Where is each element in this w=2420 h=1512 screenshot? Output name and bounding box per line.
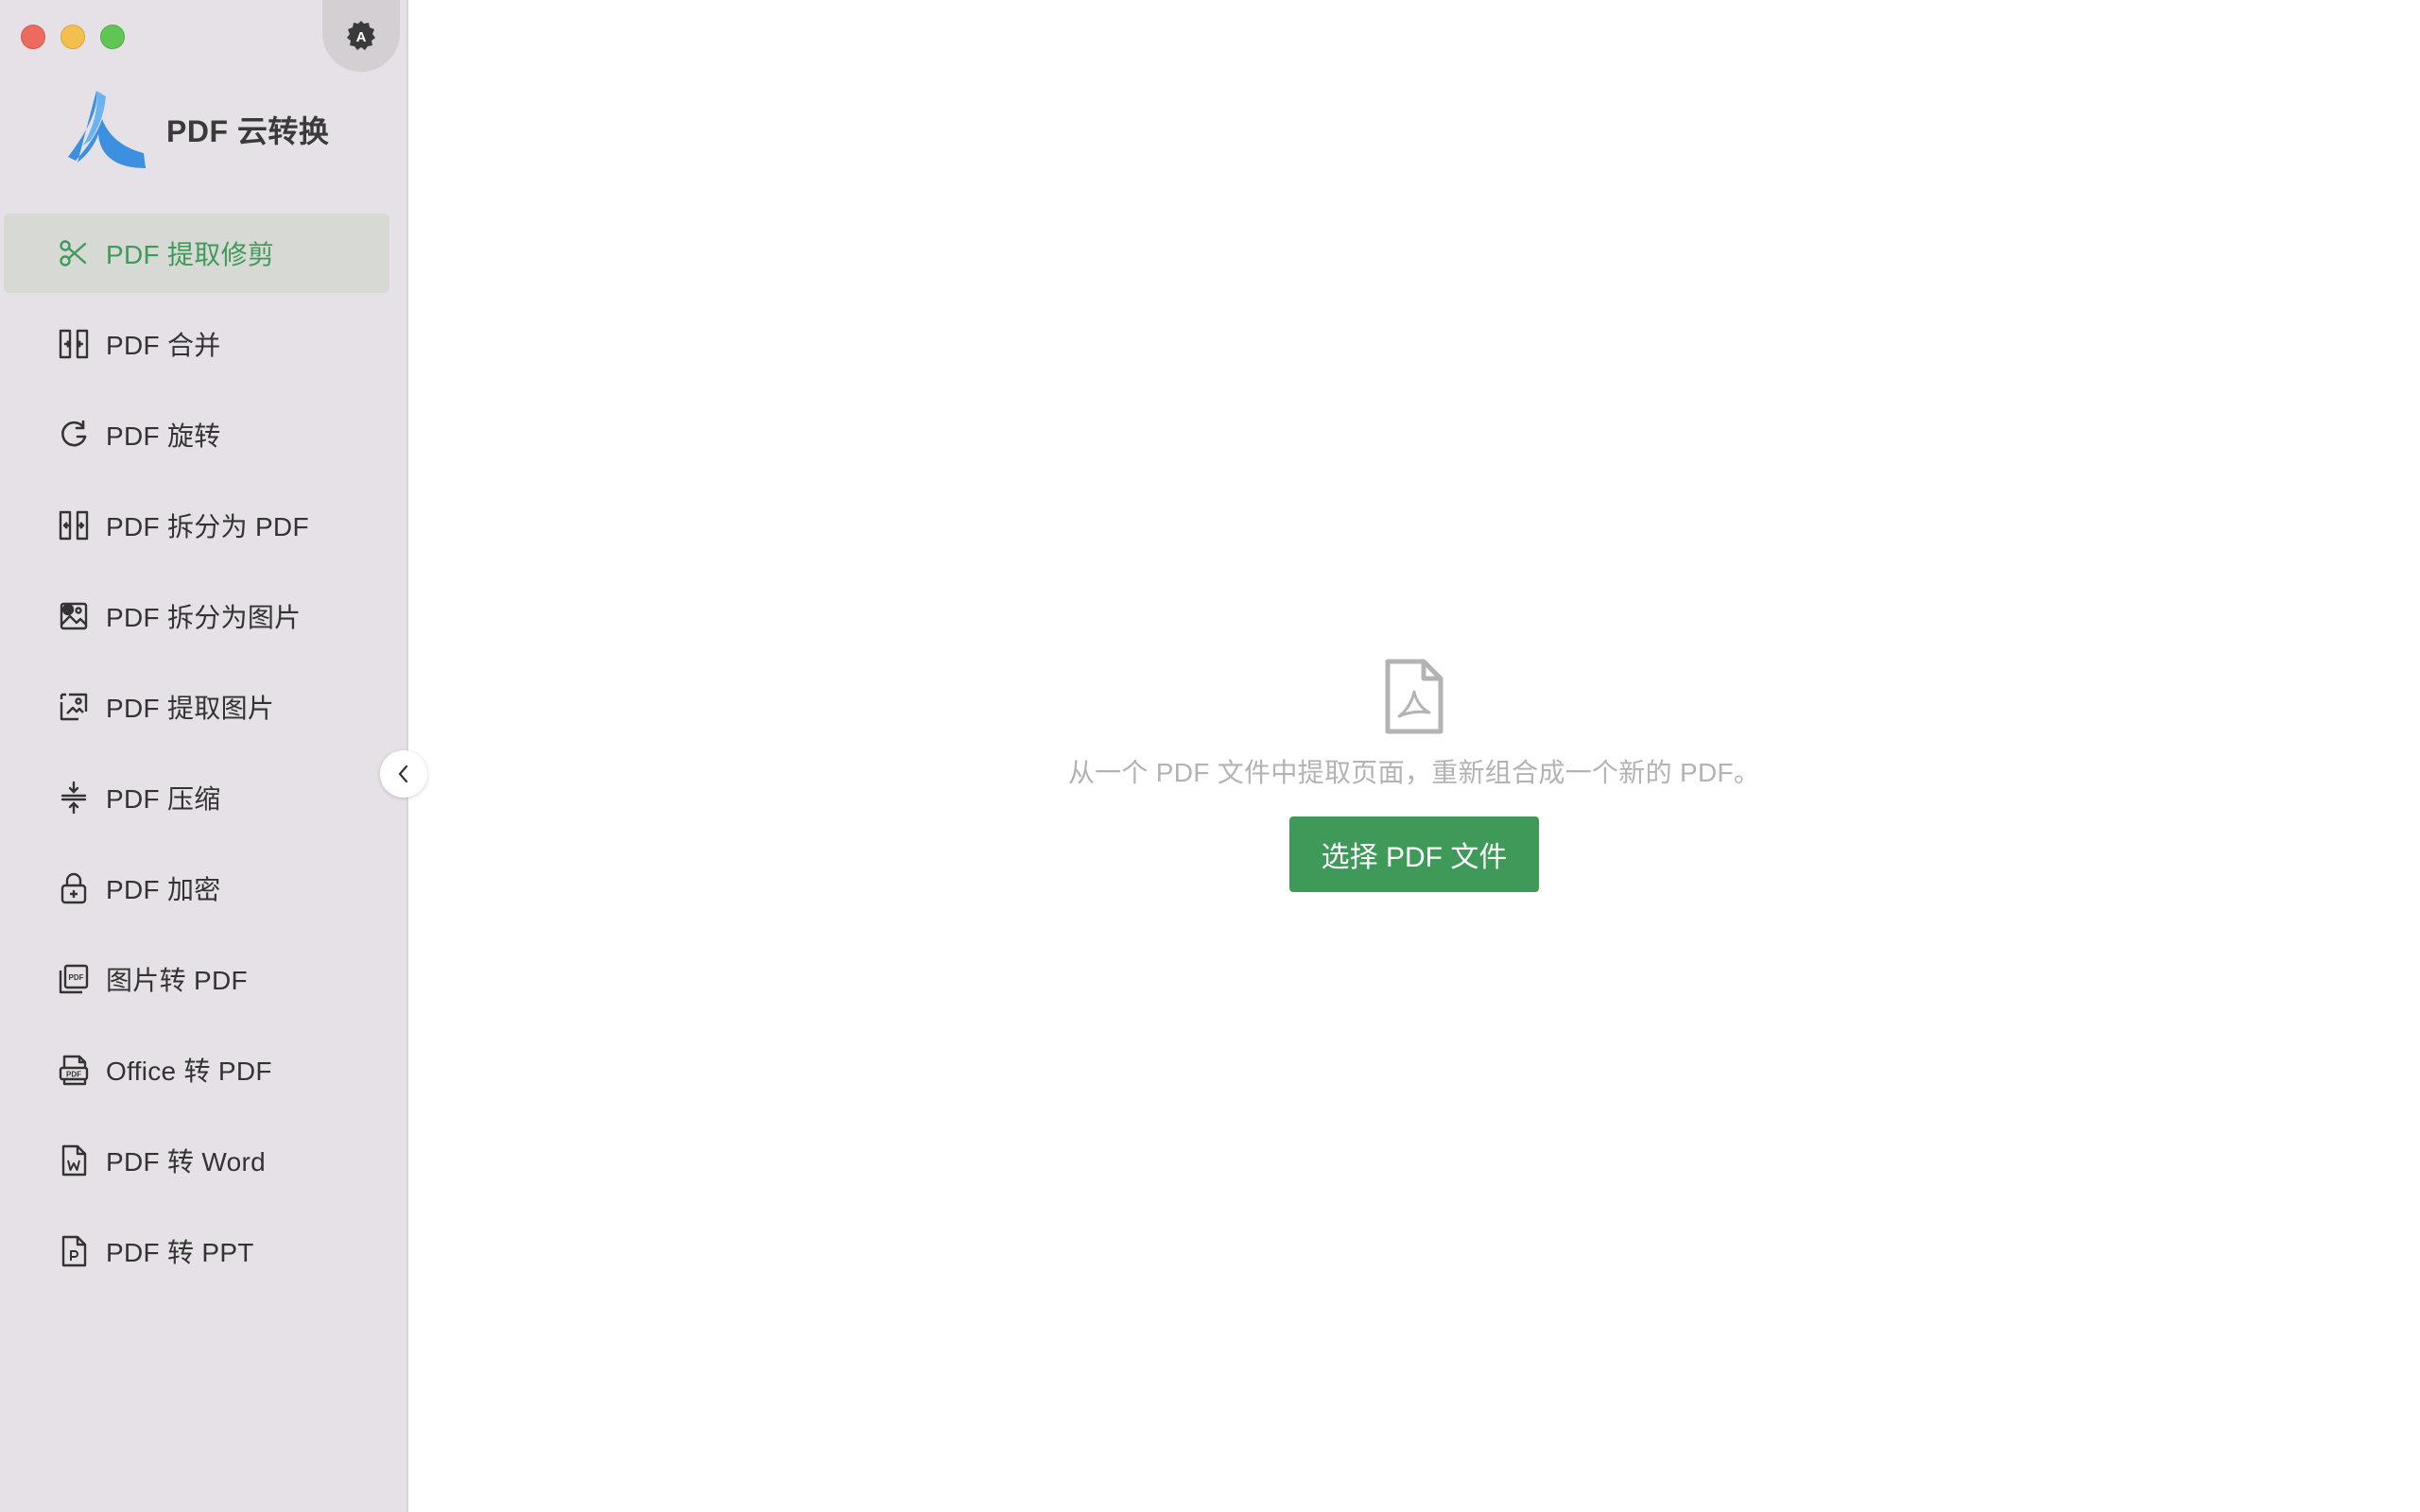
sidebar-item-label: PDF 拆分为 PDF [106, 512, 309, 541]
sidebar-item-encrypt[interactable]: PDF 加密 [4, 849, 389, 928]
close-window-button[interactable] [21, 25, 45, 49]
sidebar-item-image-to-pdf[interactable]: PDF 图片转 PDF [4, 939, 389, 1019]
sidebar: A PDF 云转换 PDF 提取修剪 PDF 合并 PDF 旋转 PDF 拆分为… [0, 0, 427, 1512]
split-image-icon [55, 597, 93, 635]
sidebar-menu: PDF 提取修剪 PDF 合并 PDF 旋转 PDF 拆分为 PDF PDF 拆… [4, 214, 389, 1302]
minimize-window-button[interactable] [60, 25, 85, 49]
sidebar-item-label: PDF 加密 [106, 875, 221, 904]
svg-text:PDF: PDF [69, 973, 84, 982]
sidebar-item-pdf-to-word[interactable]: PDF 转 Word [4, 1121, 389, 1200]
sidebar-item-label: PDF 拆分为图片 [106, 603, 302, 632]
sidebar-item-rotate[interactable]: PDF 旋转 [4, 395, 389, 474]
empty-state: 从一个 PDF 文件中提取页面，重新组合成一个新的 PDF。 选择 PDF 文件 [408, 658, 2420, 892]
office-to-pdf-icon: PDF [55, 1051, 93, 1089]
sidebar-item-extract-image[interactable]: PDF 提取图片 [4, 667, 389, 747]
sidebar-item-extract-trim[interactable]: PDF 提取修剪 [4, 214, 389, 293]
sidebar-item-split-image[interactable]: PDF 拆分为图片 [4, 576, 389, 656]
pdf-file-icon [1385, 659, 1443, 734]
word-file-icon [55, 1142, 93, 1179]
extract-image-icon [55, 688, 93, 726]
sidebar-item-label: PDF 提取修剪 [106, 240, 275, 269]
image-to-pdf-icon: PDF [55, 960, 93, 998]
window-controls [21, 25, 125, 49]
app-window: A PDF 云转换 PDF 提取修剪 PDF 合并 PDF 旋转 PDF 拆分为… [0, 0, 2420, 1512]
main-content: 从一个 PDF 文件中提取页面，重新组合成一个新的 PDF。 选择 PDF 文件 [408, 0, 2420, 1512]
select-pdf-button[interactable]: 选择 PDF 文件 [1289, 816, 1539, 892]
sidebar-item-label: 图片转 PDF [106, 966, 248, 995]
sidebar-item-label: PDF 压缩 [106, 784, 221, 814]
split-icon [55, 507, 93, 544]
scissors-icon [55, 234, 93, 272]
hint-text: 从一个 PDF 文件中提取页面，重新组合成一个新的 PDF。 [1067, 758, 1761, 787]
app-logo-icon [68, 91, 146, 168]
sidebar-item-label: Office 转 PDF [106, 1057, 272, 1086]
ppt-file-icon [55, 1232, 93, 1270]
sidebar-item-label: PDF 旋转 [106, 421, 221, 451]
lock-icon [55, 869, 93, 907]
sidebar-item-office-to-pdf[interactable]: PDF Office 转 PDF [4, 1030, 389, 1109]
sidebar-item-pdf-to-ppt[interactable]: PDF 转 PPT [4, 1211, 389, 1291]
sidebar-item-compress[interactable]: PDF 压缩 [4, 758, 389, 837]
chevron-left-icon [398, 765, 408, 783]
sidebar-item-label: PDF 合并 [106, 331, 221, 360]
zoom-window-button[interactable] [100, 25, 125, 49]
sidebar-item-merge[interactable]: PDF 合并 [4, 304, 389, 384]
svg-text:A: A [356, 29, 367, 45]
sidebar-item-split-pdf[interactable]: PDF 拆分为 PDF [4, 486, 389, 565]
collapse-sidebar-button[interactable] [380, 750, 427, 798]
appearance-badge-icon: A [347, 21, 375, 50]
appearance-toggle-button[interactable]: A [322, 0, 400, 72]
sidebar-item-label: PDF 提取图片 [106, 694, 275, 723]
brand: PDF 云转换 [62, 87, 329, 172]
merge-icon [55, 325, 93, 363]
sidebar-item-label: PDF 转 Word [106, 1147, 266, 1177]
compress-icon [55, 779, 93, 816]
app-title: PDF 云转换 [166, 114, 330, 148]
svg-text:PDF: PDF [66, 1071, 81, 1079]
sidebar-item-label: PDF 转 PPT [106, 1238, 254, 1267]
rotate-icon [55, 416, 93, 454]
